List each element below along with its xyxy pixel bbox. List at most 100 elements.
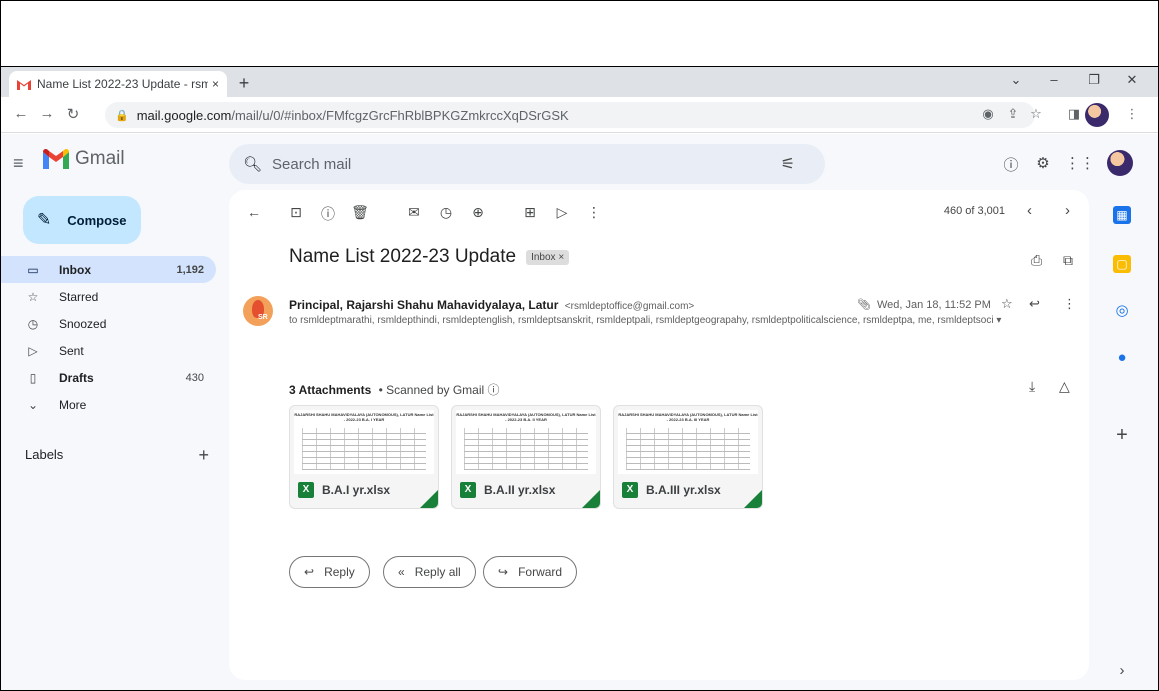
sidebar-item-label: Inbox bbox=[59, 262, 91, 277]
search-icon[interactable]: 🔍︎ bbox=[243, 155, 262, 173]
back-arrow-icon[interactable]: ← bbox=[11, 105, 31, 122]
address-bar[interactable]: 🔒 mail.google.com/mail/u/0/#inbox/FMfcgz… bbox=[105, 102, 1035, 128]
reply-all-button[interactable]: « Reply all bbox=[383, 556, 476, 588]
settings-gear-icon[interactable]: ⚙ bbox=[1033, 154, 1053, 172]
snooze-icon[interactable]: ◷ bbox=[437, 204, 455, 221]
sidebar-item-drafts[interactable]: ▯ Drafts 430 bbox=[1, 364, 216, 391]
sidebar-item-starred[interactable]: ☆ Starred bbox=[1, 283, 216, 310]
sidebar-item-inbox[interactable]: ▭ Inbox 1,192 bbox=[1, 256, 216, 283]
search-input[interactable]: Search mail bbox=[272, 156, 351, 173]
excel-corner-icon bbox=[744, 490, 762, 508]
archive-icon[interactable]: ⊡ bbox=[287, 204, 305, 221]
forward-arrow-icon[interactable]: → bbox=[37, 105, 57, 122]
apps-grid-icon[interactable]: ⋮⋮ bbox=[1065, 154, 1095, 172]
sender-email: <rsmldeptoffice@gmail.com> bbox=[564, 301, 695, 312]
add-label-button[interactable]: + bbox=[198, 445, 209, 466]
mark-unread-icon[interactable]: ✉ bbox=[405, 204, 423, 221]
gmail-favicon-icon bbox=[17, 79, 31, 90]
contacts-icon[interactable]: ● bbox=[1113, 349, 1131, 367]
tasks-icon[interactable]: ◎ bbox=[1113, 302, 1131, 320]
attachment-name: X B.A.I yr.xlsx bbox=[298, 482, 390, 498]
browser-menu-icon[interactable]: ⋮ bbox=[1123, 106, 1141, 122]
reply-icon[interactable]: ↩ bbox=[1029, 296, 1040, 312]
excel-icon: X bbox=[298, 482, 314, 498]
sidebar-item-label: Snoozed bbox=[59, 316, 107, 331]
reload-icon[interactable]: ↻ bbox=[63, 105, 83, 123]
keep-icon[interactable]: ▢ bbox=[1113, 255, 1131, 273]
gmail-logo[interactable]: Gmail bbox=[43, 148, 125, 170]
side-panel-icon[interactable]: ◨ bbox=[1065, 106, 1083, 122]
sidebar-item-label: Starred bbox=[59, 289, 99, 304]
older-chevron-icon[interactable]: › bbox=[1065, 202, 1070, 219]
search-options-icon[interactable]: ⚟ bbox=[781, 154, 795, 174]
spreadsheet-grid bbox=[626, 428, 750, 470]
add-to-drive-icon[interactable]: △ bbox=[1059, 378, 1070, 395]
help-icon[interactable]: ⓘ bbox=[1001, 154, 1021, 175]
report-spam-icon[interactable]: ⓘ bbox=[319, 204, 337, 224]
eye-icon[interactable]: ◉ bbox=[979, 106, 997, 122]
label-icon[interactable]: ▷ bbox=[553, 204, 571, 221]
compose-button[interactable]: ✎ Compose bbox=[23, 196, 141, 244]
print-icon[interactable]: ⎙ bbox=[1031, 252, 1042, 269]
delete-icon[interactable]: 🗑︎ bbox=[351, 204, 369, 221]
restore-icon[interactable]: ❐ bbox=[1084, 72, 1104, 88]
close-window-icon[interactable]: ✕ bbox=[1122, 72, 1142, 88]
move-to-icon[interactable]: ⊞ bbox=[521, 204, 539, 221]
get-addons-icon[interactable]: + bbox=[1113, 425, 1131, 445]
back-to-inbox-icon[interactable]: ← bbox=[245, 204, 263, 220]
labels-title: Labels bbox=[25, 447, 64, 462]
attachment-card[interactable]: RAJARSHI SHAHU MAHAVIDYALAYA (AUTONOMOUS… bbox=[289, 405, 439, 509]
sidebar-item-label: Drafts bbox=[59, 370, 94, 385]
newer-chevron-icon[interactable]: ‹ bbox=[1027, 202, 1032, 219]
labels-section: Labels + bbox=[25, 445, 209, 465]
search-bar[interactable]: 🔍︎ Search mail ⚟ bbox=[229, 144, 825, 184]
reply-button[interactable]: ↩ Reply bbox=[289, 556, 370, 588]
sidebar-item-label: Sent bbox=[59, 343, 84, 358]
sender-avatar[interactable]: SR bbox=[243, 296, 273, 326]
inbox-label-badge[interactable]: Inbox × bbox=[526, 249, 570, 265]
lock-icon[interactable]: 🔒 bbox=[115, 109, 129, 122]
tab-close-icon[interactable]: × bbox=[212, 77, 219, 91]
forward-arrow-icon: ↪ bbox=[498, 565, 509, 579]
bookmark-star-icon[interactable]: ☆ bbox=[1027, 106, 1045, 122]
url-host: mail.google.com bbox=[136, 107, 232, 123]
sender-name[interactable]: Principal, Rajarshi Shahu Mahavidyalaya,… bbox=[289, 298, 558, 312]
forward-label: Forward bbox=[518, 565, 563, 579]
star-message-icon[interactable]: ☆ bbox=[1001, 296, 1013, 312]
tab-search-chevron-icon[interactable]: ⌄ bbox=[1006, 72, 1026, 88]
excel-corner-icon bbox=[582, 490, 600, 508]
message-date: 📎︎ Wed, Jan 18, 11:52 PM bbox=[857, 298, 991, 312]
message-more-icon[interactable]: ⋮ bbox=[1063, 296, 1076, 312]
attachment-card[interactable]: RAJARSHI SHAHU MAHAVIDYALAYA (AUTONOMOUS… bbox=[451, 405, 601, 509]
forward-button[interactable]: ↪ Forward bbox=[483, 556, 578, 588]
more-options-icon[interactable]: ⋮ bbox=[585, 204, 603, 221]
reply-all-label: Reply all bbox=[414, 565, 461, 579]
new-tab-button[interactable]: + bbox=[233, 72, 255, 94]
browser-toolbar: ← → ↻ 🔒 mail.google.com/mail/u/0/#inbox/… bbox=[1, 97, 1158, 133]
recipients-line[interactable]: to rsmldeptmarathi, rsmldepthindi, rsmld… bbox=[289, 315, 1079, 326]
browser-tab-strip: Name List 2022-23 Update - rsm × + ⌄ – ❐… bbox=[1, 67, 1158, 97]
show-side-panel-chevron-icon[interactable]: › bbox=[1113, 662, 1131, 680]
minimize-icon[interactable]: – bbox=[1044, 72, 1064, 87]
main-menu-icon[interactable]: ≡ bbox=[13, 153, 24, 174]
open-new-window-icon[interactable]: ⧉ bbox=[1063, 252, 1073, 269]
excel-icon: X bbox=[460, 482, 476, 498]
attachment-card[interactable]: RAJARSHI SHAHU MAHAVIDYALAYA (AUTONOMOUS… bbox=[613, 405, 763, 509]
add-task-icon[interactable]: ⊕ bbox=[469, 204, 487, 221]
inbox-count: 1,192 bbox=[176, 263, 204, 276]
browser-tab[interactable]: Name List 2022-23 Update - rsm × bbox=[9, 71, 227, 97]
browser-profile-avatar[interactable] bbox=[1085, 103, 1109, 127]
sidebar-nav: ▭ Inbox 1,192 ☆ Starred ◷ Snoozed ▷ Sent… bbox=[1, 256, 216, 418]
calendar-icon[interactable]: ▦ bbox=[1113, 206, 1131, 224]
sidebar-item-snoozed[interactable]: ◷ Snoozed bbox=[1, 310, 216, 337]
attachments-header: 3 Attachments • Scanned by Gmail ⓘ bbox=[289, 381, 500, 398]
tab-title: Name List 2022-23 Update - rsm bbox=[37, 77, 208, 91]
download-all-icon[interactable]: ⤓ bbox=[1029, 378, 1035, 395]
attachment-name: X B.A.III yr.xlsx bbox=[622, 482, 721, 498]
share-icon[interactable]: ⇪ bbox=[1004, 106, 1022, 122]
account-avatar[interactable] bbox=[1107, 150, 1133, 176]
sidebar-item-sent[interactable]: ▷ Sent bbox=[1, 337, 216, 364]
excel-icon: X bbox=[622, 482, 638, 498]
message-subject: Name List 2022-23 Update Inbox × bbox=[289, 246, 570, 268]
sidebar-item-more[interactable]: ⌄ More bbox=[1, 391, 216, 418]
